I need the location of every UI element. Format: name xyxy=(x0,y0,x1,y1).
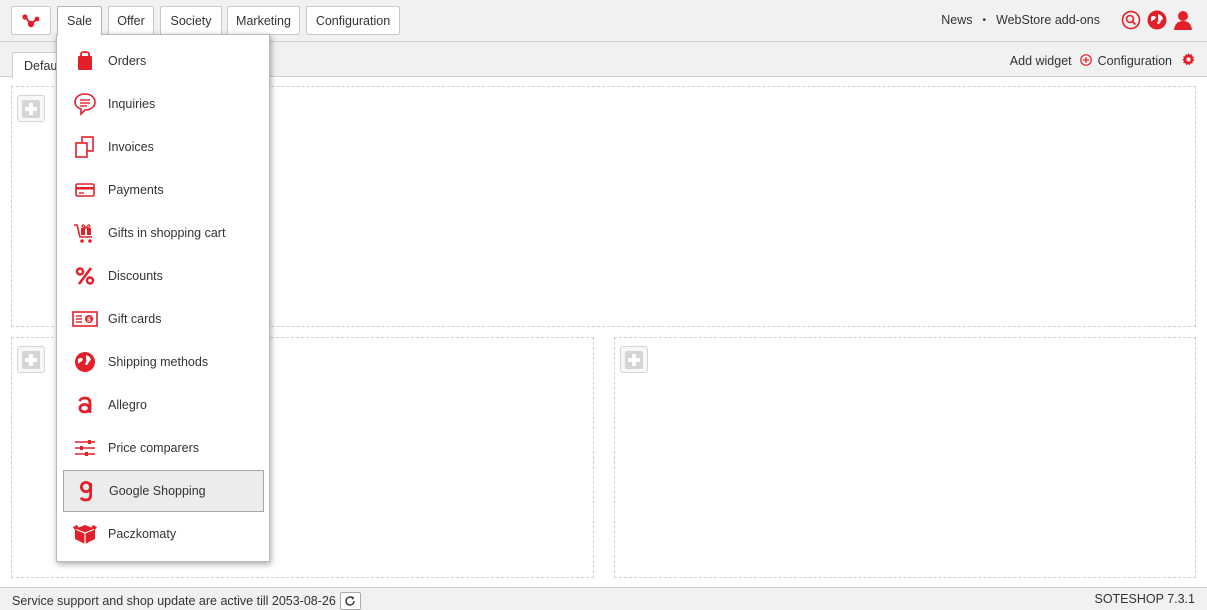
menu-item-invoices[interactable]: Invoices xyxy=(63,126,264,168)
menu-item-google-shopping[interactable]: Google Shopping xyxy=(63,470,264,512)
menu-item-inquiries[interactable]: Inquiries xyxy=(63,83,264,125)
add-widget-button[interactable] xyxy=(620,346,648,373)
version-label: SOTESHOP 7.3.1 xyxy=(1094,592,1195,606)
dashboard-configuration-link[interactable]: Configuration xyxy=(1098,54,1172,68)
sale-dropdown-menu: Orders Inquiries Invoices Payments Gifts… xyxy=(56,34,270,562)
menu-item-gift-cards[interactable]: $ Gift cards xyxy=(63,298,264,340)
soteshop-logo-icon xyxy=(22,13,40,27)
plus-icon xyxy=(22,99,40,118)
support-status-text: Service support and shop update are acti… xyxy=(12,594,336,608)
nav-tab-configuration[interactable]: Configuration xyxy=(306,6,400,35)
add-widget-button[interactable] xyxy=(17,346,45,373)
top-icons xyxy=(1121,10,1193,30)
add-widget-button[interactable] xyxy=(17,95,45,122)
search-icon[interactable] xyxy=(1121,10,1141,30)
status-footer: Service support and shop update are acti… xyxy=(0,587,1207,610)
menu-item-label: Paczkomaty xyxy=(108,527,177,541)
percent-icon xyxy=(72,263,98,289)
menu-item-payments[interactable]: Payments xyxy=(63,169,264,211)
menu-item-label: Google Shopping xyxy=(109,484,206,498)
google-shopping-icon xyxy=(73,478,99,504)
refresh-button[interactable] xyxy=(339,592,361,610)
sliders-icon xyxy=(72,435,98,461)
user-icon[interactable] xyxy=(1173,10,1193,30)
globe-icon[interactable] xyxy=(1147,10,1167,30)
menu-item-label: Allegro xyxy=(108,398,147,412)
add-widget-link[interactable]: Add widget xyxy=(1010,54,1072,68)
allegro-icon xyxy=(72,392,98,418)
menu-item-shipping-methods[interactable]: Shipping methods xyxy=(63,341,264,383)
webstore-addons-link[interactable]: WebStore add-ons xyxy=(996,13,1100,27)
news-link[interactable]: News xyxy=(941,13,972,27)
menu-item-label: Inquiries xyxy=(108,97,156,111)
shopping-bag-icon xyxy=(72,48,98,74)
menu-item-paczkomaty[interactable]: Paczkomaty xyxy=(63,513,264,555)
svg-text:$: $ xyxy=(87,316,92,324)
menu-item-label: Payments xyxy=(108,183,164,197)
menu-item-label: Orders xyxy=(108,54,147,68)
menu-item-label: Gift cards xyxy=(108,312,162,326)
plus-icon xyxy=(625,350,643,369)
credit-card-icon xyxy=(72,177,98,203)
shipping-globe-icon xyxy=(72,349,98,375)
gear-icon[interactable] xyxy=(1182,53,1195,69)
widget-area-bottom-right xyxy=(614,337,1196,578)
nav-tab-sale[interactable]: Sale xyxy=(57,6,102,36)
menu-item-orders[interactable]: Orders xyxy=(63,40,264,82)
menu-item-price-comparers[interactable]: Price comparers xyxy=(63,427,264,469)
menu-item-label: Discounts xyxy=(108,269,163,283)
nav-tab-offer[interactable]: Offer xyxy=(108,6,154,35)
plus-circle-icon[interactable] xyxy=(1079,53,1092,69)
chat-bubble-icon xyxy=(72,91,98,117)
menu-item-allegro[interactable]: Allegro xyxy=(63,384,264,426)
nav-tab-marketing[interactable]: Marketing xyxy=(227,6,300,35)
refresh-icon xyxy=(345,596,356,606)
plus-icon xyxy=(22,350,40,369)
gift-card-icon: $ xyxy=(72,306,98,332)
logo-button[interactable] xyxy=(11,6,51,35)
menu-item-label: Invoices xyxy=(108,140,154,154)
top-links: News • WebStore add-ons xyxy=(941,13,1100,27)
menu-item-label: Gifts in shopping cart xyxy=(108,226,226,240)
menu-item-gifts-in-cart[interactable]: Gifts in shopping cart xyxy=(63,212,264,254)
menu-item-discounts[interactable]: Discounts xyxy=(63,255,264,297)
documents-icon xyxy=(72,134,98,160)
menu-item-label: Shipping methods xyxy=(108,355,209,369)
menu-item-label: Price comparers xyxy=(108,441,199,455)
paczkomaty-icon xyxy=(72,521,98,547)
link-separator: • xyxy=(982,14,986,26)
gift-cart-icon xyxy=(72,220,98,246)
dashboard-actions: Add widget Configuration xyxy=(1010,53,1195,69)
nav-tab-society[interactable]: Society xyxy=(160,6,222,35)
